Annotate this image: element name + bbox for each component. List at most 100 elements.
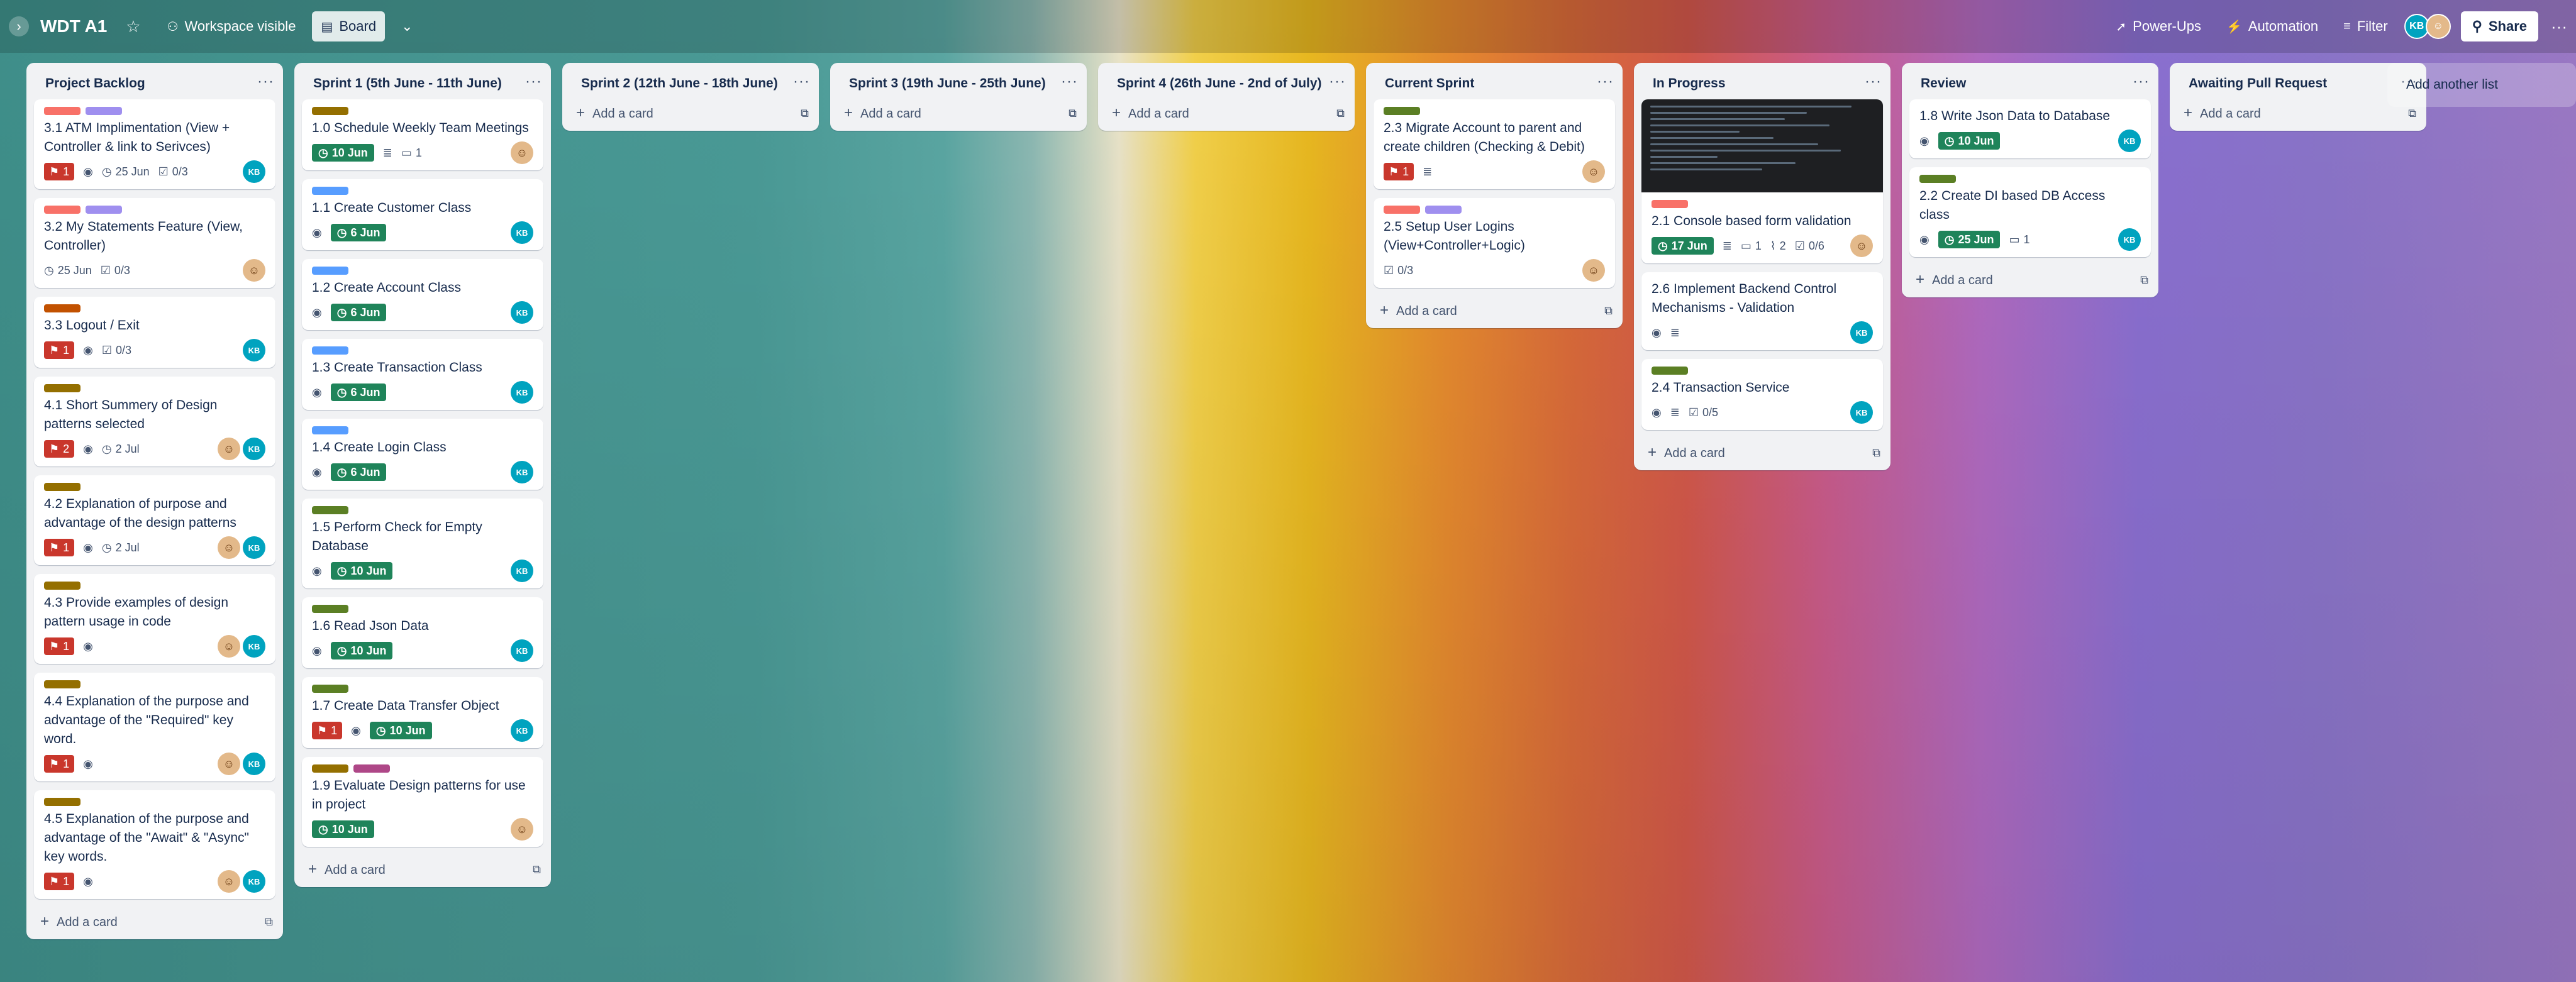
board-view-button[interactable]: ▤ Board: [312, 11, 386, 41]
card-label[interactable]: [312, 426, 348, 434]
avatar[interactable]: KB: [511, 461, 533, 483]
list-title[interactable]: Sprint 2 (12th June - 18th June): [581, 74, 778, 93]
avatar[interactable]: ☺: [218, 438, 240, 460]
avatar[interactable]: ☺: [2425, 14, 2451, 39]
card[interactable]: 4.3 Provide examples of design pattern u…: [34, 574, 275, 664]
card[interactable]: 1.6 Read Json Data ◉ ◷ 10 Jun KB: [302, 597, 543, 668]
card[interactable]: 2.3 Migrate Account to parent and create…: [1374, 99, 1615, 189]
card[interactable]: 2.4 Transaction Service ◉ ≣ ☑ 0/5 KB: [1641, 359, 1883, 430]
avatar[interactable]: KB: [2118, 130, 2141, 152]
due-date-badge[interactable]: ◷ 10 Jun: [330, 642, 393, 659]
card[interactable]: 4.5 Explanation of the purpose and advan…: [34, 790, 275, 899]
star-icon[interactable]: ☆: [126, 17, 140, 36]
card-label[interactable]: [44, 483, 80, 491]
due-date-badge[interactable]: ◷ 10 Jun: [369, 722, 432, 739]
list-title[interactable]: Awaiting Pull Request: [2189, 74, 2327, 93]
add-card-button[interactable]: + Add a card: [844, 104, 921, 122]
list-title[interactable]: Project Backlog: [45, 74, 145, 93]
card[interactable]: 1.8 Write Json Data to Database ◉ ◷ 10 Jun K…: [1909, 99, 2151, 158]
list-title[interactable]: Current Sprint: [1385, 74, 1474, 93]
powerups-button[interactable]: ➚ Power-Ups: [2107, 11, 2210, 41]
card-template-icon[interactable]: ⧉: [1872, 446, 1880, 460]
card-template-icon[interactable]: ⧉: [1604, 304, 1613, 317]
avatar[interactable]: KB: [243, 339, 265, 361]
card-label[interactable]: [44, 680, 80, 688]
card[interactable]: 1.4 Create Login Class ◉ ◷ 6 Jun KB: [302, 419, 543, 490]
card-label[interactable]: [44, 206, 80, 214]
add-card-button[interactable]: + Add a card: [1916, 271, 1993, 289]
avatar[interactable]: ☺: [511, 141, 533, 164]
due-date-badge[interactable]: ◷ 2 Jul: [102, 443, 140, 456]
card-label[interactable]: [1384, 206, 1420, 214]
avatar[interactable]: ☺: [218, 635, 240, 658]
card[interactable]: 2.2 Create DI based DB Access class ◉ ◷ 25 …: [1909, 167, 2151, 257]
card-template-icon[interactable]: ⧉: [265, 915, 273, 929]
card[interactable]: 1.9 Evaluate Design patterns for use in …: [302, 757, 543, 847]
card[interactable]: 1.2 Create Account Class ◉ ◷ 6 Jun KB: [302, 259, 543, 330]
card[interactable]: 1.5 Perform Check for Empty Database ◉ ◷ 10…: [302, 499, 543, 588]
due-date-badge[interactable]: ◷ 10 Jun: [330, 562, 393, 580]
card-label[interactable]: [312, 107, 348, 115]
avatar[interactable]: ☺: [1582, 259, 1605, 282]
more-icon[interactable]: ···: [2551, 17, 2567, 36]
due-date-badge[interactable]: ◷ 6 Jun: [330, 224, 387, 241]
avatar[interactable]: KB: [511, 301, 533, 324]
card[interactable]: 4.2 Explanation of purpose and advantage…: [34, 475, 275, 565]
add-card-button[interactable]: + Add a card: [308, 861, 386, 878]
avatar[interactable]: ☺: [1850, 234, 1873, 257]
automation-button[interactable]: ⚡ Automation: [2218, 11, 2327, 41]
more-icon[interactable]: ···: [1061, 74, 1078, 89]
avatar[interactable]: KB: [243, 870, 265, 893]
card[interactable]: 4.4 Explanation of the purpose and advan…: [34, 673, 275, 781]
card-label[interactable]: [44, 384, 80, 392]
due-date-badge[interactable]: ◷ 10 Jun: [312, 820, 374, 838]
avatar[interactable]: KB: [511, 639, 533, 662]
avatar[interactable]: KB: [243, 635, 265, 658]
card[interactable]: 3.2 My Statements Feature (View, Control…: [34, 198, 275, 288]
avatar[interactable]: KB: [511, 719, 533, 742]
card-label[interactable]: [1652, 367, 1688, 375]
card[interactable]: 1.3 Create Transaction Class ◉ ◷ 6 Jun KB: [302, 339, 543, 410]
share-button[interactable]: ⚲ Share: [2460, 11, 2539, 41]
card[interactable]: 3.1 ATM Implimentation (View + Controlle…: [34, 99, 275, 189]
avatar[interactable]: ☺: [1582, 160, 1605, 183]
more-icon[interactable]: ···: [1597, 74, 1614, 89]
add-card-button[interactable]: + Add a card: [1380, 302, 1457, 319]
more-icon[interactable]: ···: [793, 74, 810, 89]
card-label[interactable]: [312, 346, 348, 355]
card-template-icon[interactable]: ⧉: [533, 863, 541, 876]
avatar[interactable]: KB: [2118, 228, 2141, 251]
card-label[interactable]: [312, 187, 348, 195]
due-date-badge[interactable]: ◷ 25 Jun: [1938, 231, 2001, 248]
list-title[interactable]: Review: [1921, 74, 1966, 93]
more-icon[interactable]: ···: [1865, 74, 1882, 89]
card-template-icon[interactable]: ⧉: [801, 107, 809, 120]
list-title[interactable]: In Progress: [1653, 74, 1726, 93]
card[interactable]: 1.1 Create Customer Class ◉ ◷ 6 Jun KB: [302, 179, 543, 250]
card-label[interactable]: [1425, 206, 1462, 214]
card-label[interactable]: [86, 206, 122, 214]
card-label[interactable]: [44, 304, 80, 312]
card-template-icon[interactable]: ⧉: [2140, 273, 2148, 287]
add-another-list-button[interactable]: Add another list: [2387, 63, 2576, 107]
add-card-button[interactable]: + Add a card: [40, 913, 118, 930]
due-date-badge[interactable]: ◷ 25 Jun: [44, 264, 92, 277]
card[interactable]: 2.1 Console based form validation ◷ 17 Jun…: [1641, 99, 1883, 263]
card-label[interactable]: [86, 107, 122, 115]
avatar[interactable]: ☺: [218, 753, 240, 775]
due-date-badge[interactable]: ◷ 6 Jun: [330, 304, 387, 321]
avatar[interactable]: KB: [243, 536, 265, 559]
card[interactable]: 2.6 Implement Backend Control Mechanisms…: [1641, 272, 1883, 350]
card[interactable]: 4.1 Short Summery of Design patterns sel…: [34, 377, 275, 466]
due-date-badge[interactable]: ◷ 10 Jun: [1938, 132, 2001, 150]
more-icon[interactable]: ···: [2133, 74, 2150, 89]
card-label[interactable]: [353, 764, 390, 773]
list-title[interactable]: Sprint 1 (5th June - 11th June): [313, 74, 502, 93]
card-template-icon[interactable]: ⧉: [1069, 107, 1077, 120]
avatar[interactable]: ☺: [243, 259, 265, 282]
board-title[interactable]: WDT A1: [40, 16, 107, 36]
card-template-icon[interactable]: ⧉: [1336, 107, 1345, 120]
avatar[interactable]: KB: [243, 160, 265, 183]
avatar[interactable]: KB: [243, 753, 265, 775]
card-label[interactable]: [44, 582, 80, 590]
